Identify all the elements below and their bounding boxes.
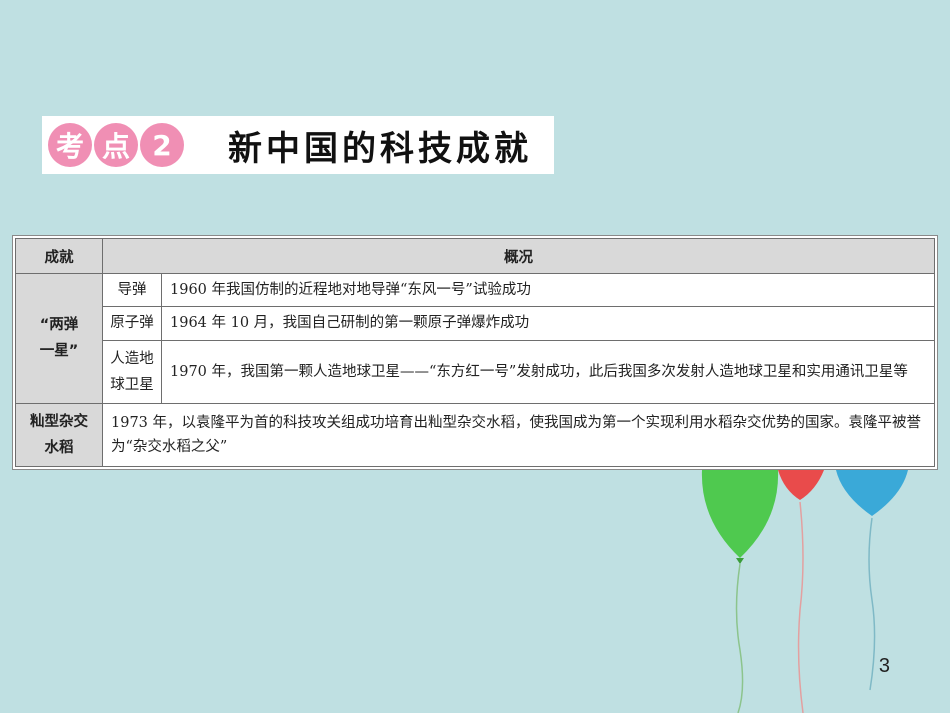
achievements-table: 成就 概况 “两弹 一星” 导弹 1960 年我国仿制的近程地对地导弹“东风一号… <box>15 238 935 468</box>
blue-balloon <box>836 470 908 516</box>
subcategory-satellite-line2: 球卫星 <box>110 376 154 393</box>
section-badge-char-1: 考 <box>48 123 92 167</box>
red-balloon-string <box>797 501 804 713</box>
table-row: “两弹 一星” 导弹 1960 年我国仿制的近程地对地导弹“东风一号”试验成功 <box>15 272 935 404</box>
category-two-bombs-one-satellite: “两弹 一星” <box>15 273 103 404</box>
description-hybrid-rice: 1973 年，以袁隆平为首的科技攻关组成功培育出籼型杂交水稻，使我国成为第一个实… <box>102 402 935 468</box>
section-title-banner: 考 点 2 新中国的科技成就 <box>42 116 554 174</box>
section-badge-number: 2 <box>140 123 184 167</box>
category-hybrid-rice: 籼型杂交 水稻 <box>15 402 103 468</box>
header-achievement: 成就 <box>15 238 103 274</box>
page-number: 3 <box>878 655 890 677</box>
section-title: 新中国的科技成就 <box>228 128 532 169</box>
description-satellite: 1970 年，我国第一颗人造地球卫星——“东方红一号”发射成功，此后我国多次发射… <box>161 339 935 404</box>
section-badge-char-2: 点 <box>94 123 138 167</box>
category-rice-line1: 籼型杂交 <box>30 413 88 430</box>
category-label-line2: 一星” <box>39 343 79 360</box>
blue-balloon-string <box>868 517 876 691</box>
description-atomic-bomb: 1964 年 10 月，我国自己研制的第一颗原子弹爆炸成功 <box>161 306 935 341</box>
table-row: 籼型杂交 水稻 1973 年，以袁隆平为首的科技攻关组成功培育出籼型杂交水稻，使… <box>15 402 935 468</box>
green-balloon <box>701 470 779 558</box>
description-missile: 1960 年我国仿制的近程地对地导弹“东风一号”试验成功 <box>161 272 935 308</box>
table-row: 人造地 球卫星 1970 年，我国第一颗人造地球卫星——“东方红一号”发射成功，… <box>16 339 935 404</box>
subcategory-satellite-line1: 人造地 <box>110 350 154 367</box>
green-balloon-knot <box>736 558 744 564</box>
table-row: 原子弹 1964 年 10 月，我国自己研制的第一颗原子弹爆炸成功 <box>16 306 935 341</box>
red-balloon <box>778 470 824 500</box>
category-label-line1: “两弹 <box>39 317 79 334</box>
table-header-row: 成就 概况 <box>15 238 935 274</box>
subcategory-atomic-bomb: 原子弹 <box>102 306 162 341</box>
header-overview: 概况 <box>102 238 935 274</box>
subcategory-missile: 导弹 <box>102 272 162 308</box>
category-rice-line2: 水稻 <box>44 439 74 456</box>
green-balloon-string <box>735 563 744 713</box>
achievements-table-frame: 成就 概况 “两弹 一星” 导弹 1960 年我国仿制的近程地对地导弹“东风一号… <box>12 235 938 470</box>
subcategory-satellite: 人造地 球卫星 <box>102 339 162 404</box>
